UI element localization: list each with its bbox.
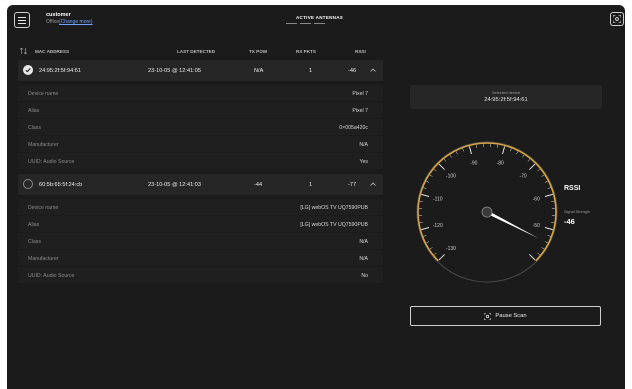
detail-row-uuid-audio-source: UUID: Audio Source No (18, 267, 383, 283)
detail-label: UUID: Audio Source (28, 159, 75, 165)
detail-label: Device name (28, 91, 59, 97)
device-mac: 24:95:2f:5f:94:61 (39, 68, 81, 74)
rssi-title: RSSI (564, 185, 581, 192)
gauge-tick-label: -70 (519, 174, 526, 180)
gauge-tick-label: -80 (497, 161, 504, 167)
chevron-up-icon[interactable] (370, 68, 376, 72)
hamburger-icon (18, 16, 26, 24)
device-tx-pow: -44 (254, 182, 263, 188)
chevron-up-icon[interactable] (370, 182, 376, 186)
device-rssi: -46 (348, 68, 357, 74)
selected-device-label: Selected device (491, 90, 521, 95)
pause-scan-button[interactable]: Pause Scan (410, 306, 601, 326)
detail-row-alias: Alias [LG] webOS TV UQ7590PUB (18, 216, 383, 232)
gauge-tick-label: -130 (446, 246, 456, 252)
device-mac: 60:5b:65:5f:24:cb (39, 182, 83, 188)
gauge-tick-label: -110 (433, 197, 443, 203)
scan-icon (613, 15, 621, 23)
gauge-tick-label: -120 (433, 223, 443, 229)
column-header-mac[interactable]: MAC ADDRESS (35, 49, 69, 54)
detail-value: Yes (359, 159, 368, 165)
antenna-indicators (286, 23, 325, 24)
sort-icon[interactable] (20, 48, 27, 54)
gauge-tick-label: -100 (446, 174, 456, 180)
column-header-last-detected[interactable]: LAST DETECTED (177, 49, 215, 54)
device-rx-pkts: 1 (309, 182, 313, 188)
detail-label: Manufacturer (28, 142, 59, 148)
gauge-tick-label: -90 (470, 161, 477, 167)
scan-icon (484, 312, 492, 320)
detail-row-alias: Alias Pixel 7 (18, 102, 383, 118)
change-link[interactable]: (Change more) (59, 19, 93, 25)
office-line: Office(Change more) (46, 19, 93, 25)
detail-label: Manufacturer (28, 256, 59, 262)
detail-value: Pixel 7 (352, 108, 368, 114)
selected-device-panel: Selected device 24:95:2f:5f:94:61 (410, 85, 602, 109)
column-header-rssi[interactable]: RSSI (355, 49, 366, 54)
pause-scan-label: Pause Scan (495, 313, 527, 319)
antenna-indicator (314, 23, 325, 24)
device-select-checkbox[interactable] (23, 65, 33, 75)
detail-row-manufacturer: Manufacturer N/A (18, 250, 383, 266)
detail-value: 0×005a420c (339, 125, 368, 131)
column-header-rx-pkts[interactable]: RX PKTS (296, 49, 316, 54)
detail-label: Device name (28, 205, 59, 211)
signal-strength-label: Signal Strength (564, 210, 590, 214)
device-tx-pow: N/A (254, 68, 264, 74)
app-window: customer Office(Change more) ACTIVE ANTE… (7, 5, 625, 389)
detail-row-class: Class 0×005a420c (18, 119, 383, 135)
gauge-hub (481, 206, 493, 218)
active-antennas-label: ACTIVE ANTENNAS (296, 15, 344, 20)
column-header-tx-pow[interactable]: TX POW (249, 49, 267, 54)
table-row[interactable]: 24:95:2f:5f:94:61 23-10-05 @ 12:41:05 N/… (18, 60, 383, 81)
device-select-checkbox[interactable] (23, 179, 33, 189)
menu-button[interactable] (14, 12, 30, 28)
detail-row-device-name: Device name [LG] webOS TV UQ7590PUB (18, 199, 383, 215)
detail-label: Class (28, 125, 41, 131)
device-last-detected: 23-10-05 @ 12:41:03 (148, 182, 201, 188)
antenna-indicator (300, 23, 311, 24)
detail-row-class: Class N/A (18, 233, 383, 249)
detail-label: UUID: Audio Source (28, 273, 75, 279)
detail-label: Class (28, 239, 41, 245)
rssi-gauge: -130 -120 -110 -100 -90 -80 -70 -60 -50 (416, 141, 558, 283)
device-rssi: -77 (348, 182, 357, 188)
selected-device-mac: 24:95:2f:5f:94:61 (484, 97, 528, 103)
detail-value: No (361, 273, 368, 279)
detail-row-uuid-audio-source: UUID: Audio Source Yes (18, 153, 383, 169)
detail-value: [LG] webOS TV UQ7590PUB (300, 222, 368, 228)
detail-value: N/A (359, 142, 368, 148)
check-icon (25, 68, 31, 73)
top-bar: customer Office(Change more) ACTIVE ANTE… (7, 5, 625, 35)
detail-value: [LG] webOS TV UQ7590PUB (300, 205, 368, 211)
detail-value: N/A (359, 256, 368, 262)
detail-value: N/A (359, 239, 368, 245)
table-header: MAC ADDRESS LAST DETECTED TX POW RX PKTS… (20, 46, 383, 58)
device-rx-pkts: 1 (309, 68, 313, 74)
detail-row-manufacturer: Manufacturer N/A (18, 136, 383, 152)
signal-strength-value: -46 (564, 217, 575, 226)
table-row[interactable]: 60:5b:65:5f:24:cb 23-10-05 @ 12:41:03 -4… (18, 174, 383, 195)
customer-name: customer (46, 12, 71, 18)
scanner-button[interactable] (610, 12, 624, 26)
office-label: Office (46, 19, 59, 25)
gauge-tick-label: -60 (533, 197, 540, 203)
device-last-detected: 23-10-05 @ 12:41:05 (148, 68, 201, 74)
detail-label: Alias (28, 222, 40, 228)
detail-row-device-name: Device name Pixel 7 (18, 85, 383, 101)
detail-label: Alias (28, 108, 40, 114)
detail-value: Pixel 7 (352, 91, 368, 97)
antenna-indicator (286, 23, 297, 24)
gauge-tick-label: -50 (533, 223, 540, 229)
